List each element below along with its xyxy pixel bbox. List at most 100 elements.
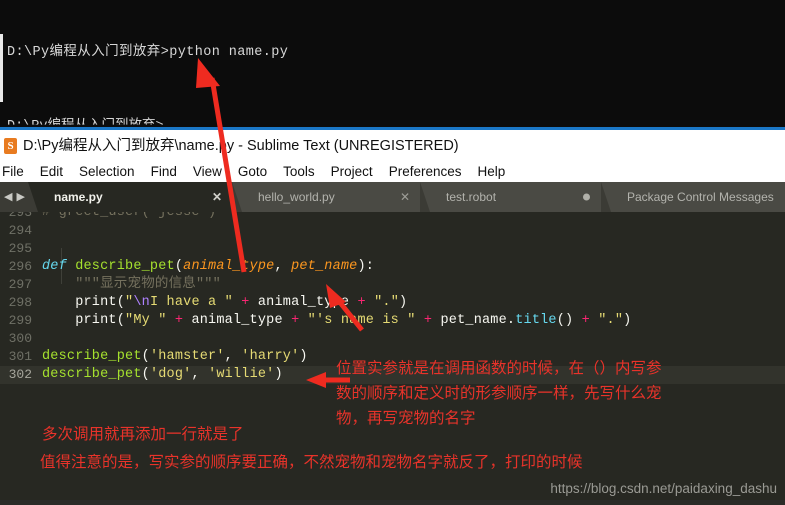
code-text: # greet_user('jesse') [42, 212, 216, 222]
operator-token: + [349, 295, 375, 310]
cmd-console-window[interactable]: D:\Py编程从入门到放弃>python name.py I have a ha… [0, 0, 785, 127]
line-number: 295 [8, 241, 32, 256]
code-row-297[interactable]: 297 """显示宠物的信息""" [0, 276, 785, 294]
line-number: 293 [8, 212, 32, 220]
code-text: describe_pet('dog', 'willie') [42, 366, 283, 384]
string-token: 'hamster' [149, 349, 225, 364]
line-number: 297 [8, 277, 32, 292]
sublime-logo-icon: S [4, 138, 17, 154]
tab-label: test.robot [446, 190, 497, 204]
line-number: 302 [8, 367, 32, 382]
operator-token: + [573, 313, 599, 328]
code-row-296[interactable]: 296 def describe_pet(animal_type, pet_na… [0, 258, 785, 276]
code-row-300[interactable]: 300 [0, 330, 785, 348]
punct-token: ): [357, 259, 375, 274]
punct-token: , [274, 259, 292, 274]
punct-token: , [191, 367, 209, 382]
punct-token: ) [399, 295, 408, 310]
line-number: 294 [8, 223, 32, 238]
escape-token: \n [133, 295, 150, 310]
string-token: 'willie' [208, 367, 275, 382]
tab-next-arrow-icon[interactable]: ▶ [16, 191, 24, 203]
menu-item-edit[interactable]: Edit [32, 161, 71, 182]
tab-test-robot[interactable]: test.robot [420, 182, 601, 212]
operator-token: + [232, 295, 258, 310]
console-output: D:\Py编程从入门到放弃>python name.py I have a ha… [7, 3, 785, 127]
punct-token: ) [623, 313, 632, 328]
menu-item-project[interactable]: Project [323, 161, 381, 182]
unsaved-dot-icon[interactable] [583, 193, 590, 201]
punct-token: ) [299, 349, 308, 364]
menu-item-selection[interactable]: Selection [71, 161, 143, 182]
menu-bar: File Edit Selection Find View Goto Tools… [0, 161, 785, 183]
csdn-watermark-url: https://blog.csdn.net/paidaxing_dashu [550, 481, 777, 496]
code-text: describe_pet('hamster', 'harry') [42, 348, 308, 366]
variable-token: animal_type [191, 313, 283, 328]
code-row-302[interactable]: 302 describe_pet('dog', 'willie') [0, 366, 785, 384]
tab-name-py[interactable]: name.py ✕ [28, 182, 232, 212]
tab-prev-arrow-icon[interactable]: ◀ [4, 191, 12, 203]
menu-item-goto[interactable]: Goto [230, 161, 275, 182]
screenshot-root: D:\Py编程从入门到放弃>python name.py I have a ha… [0, 0, 785, 500]
console-left-edge [0, 34, 3, 102]
string-token: "My " [125, 313, 167, 328]
code-row-295[interactable]: 295 [0, 240, 785, 258]
line-number: 296 [8, 259, 32, 274]
operator-token: + [415, 313, 441, 328]
line-number: 299 [8, 313, 32, 328]
menu-item-view[interactable]: View [185, 161, 230, 182]
call-token: print( [42, 313, 126, 328]
code-text: print("\nI have a " + animal_type + ".") [42, 294, 407, 312]
tab-nav-arrows[interactable]: ◀ ▶ [4, 182, 25, 212]
punct-token: ( [174, 259, 184, 274]
line-number: 298 [8, 295, 32, 310]
function-call-token: describe_pet [42, 349, 142, 364]
menu-item-tools[interactable]: Tools [275, 161, 323, 182]
tab-label: hello_world.py [258, 190, 335, 204]
string-token: 'harry' [241, 349, 300, 364]
method-token: title [515, 313, 557, 328]
line-number: 300 [8, 331, 32, 346]
string-token: "." [598, 313, 624, 328]
window-title: D:\Py编程从入门到放弃\name.py - Sublime Text (UN… [23, 138, 459, 154]
param-token: pet_name [291, 259, 358, 274]
tab-hello-world-py[interactable]: hello_world.py ✕ [232, 182, 420, 212]
keyword-def-token: def [42, 259, 67, 274]
menu-item-file[interactable]: File [0, 161, 32, 182]
punct-token: ( [141, 367, 150, 382]
code-editor[interactable]: 293 # greet_user('jesse') 294 295 296 de… [0, 212, 785, 500]
code-row-294[interactable]: 294 [0, 222, 785, 240]
code-row-299[interactable]: 299 print("My " + animal_type + "'s name… [0, 312, 785, 330]
tab-label: Package Control Messages [627, 190, 774, 204]
close-icon[interactable]: ✕ [212, 191, 222, 203]
code-text: """显示宠物的信息""" [42, 276, 221, 294]
code-rows: 293 # greet_user('jesse') 294 295 296 de… [0, 212, 785, 384]
call-token: print( [42, 295, 126, 310]
tab-package-control-messages[interactable]: Package Control Messages ✕ [601, 182, 785, 212]
code-row-301[interactable]: 301 describe_pet('hamster', 'harry') [0, 348, 785, 366]
code-text: def describe_pet(animal_type, pet_name): [42, 258, 374, 276]
docstring-token: """显示宠物的信息""" [42, 277, 221, 292]
punct-token: ) [274, 367, 283, 382]
menu-item-find[interactable]: Find [143, 161, 185, 182]
tab-label: name.py [54, 190, 103, 204]
comment-token: # greet_user('jesse') [42, 212, 217, 220]
sublime-text-window: S D:\Py编程从入门到放弃\name.py - Sublime Text (… [0, 130, 785, 500]
title-bar[interactable]: S D:\Py编程从入门到放弃\name.py - Sublime Text (… [0, 130, 785, 161]
tab-bar: ◀ ▶ name.py ✕ hello_world.py ✕ test.robo… [0, 182, 785, 212]
variable-token: animal_type [257, 295, 350, 310]
close-icon[interactable]: ✕ [400, 191, 410, 203]
console-prompt-line: D:\Py编程从入门到放弃>python name.py [7, 45, 289, 60]
param-token: animal_type [183, 259, 275, 274]
operator-token: + [282, 313, 308, 328]
editor-tabs: name.py ✕ hello_world.py ✕ test.robot Pa… [28, 182, 785, 212]
code-row-293[interactable]: 293 # greet_user('jesse') [0, 212, 785, 222]
string-token: "'s name is " [307, 313, 416, 328]
operator-token: + [166, 313, 192, 328]
menu-item-help[interactable]: Help [470, 161, 514, 182]
line-number: 301 [8, 349, 32, 364]
string-token: I have a " [149, 295, 233, 310]
menu-item-preferences[interactable]: Preferences [381, 161, 470, 182]
string-token: 'dog' [149, 367, 192, 382]
code-row-298[interactable]: 298 print("\nI have a " + animal_type + … [0, 294, 785, 312]
